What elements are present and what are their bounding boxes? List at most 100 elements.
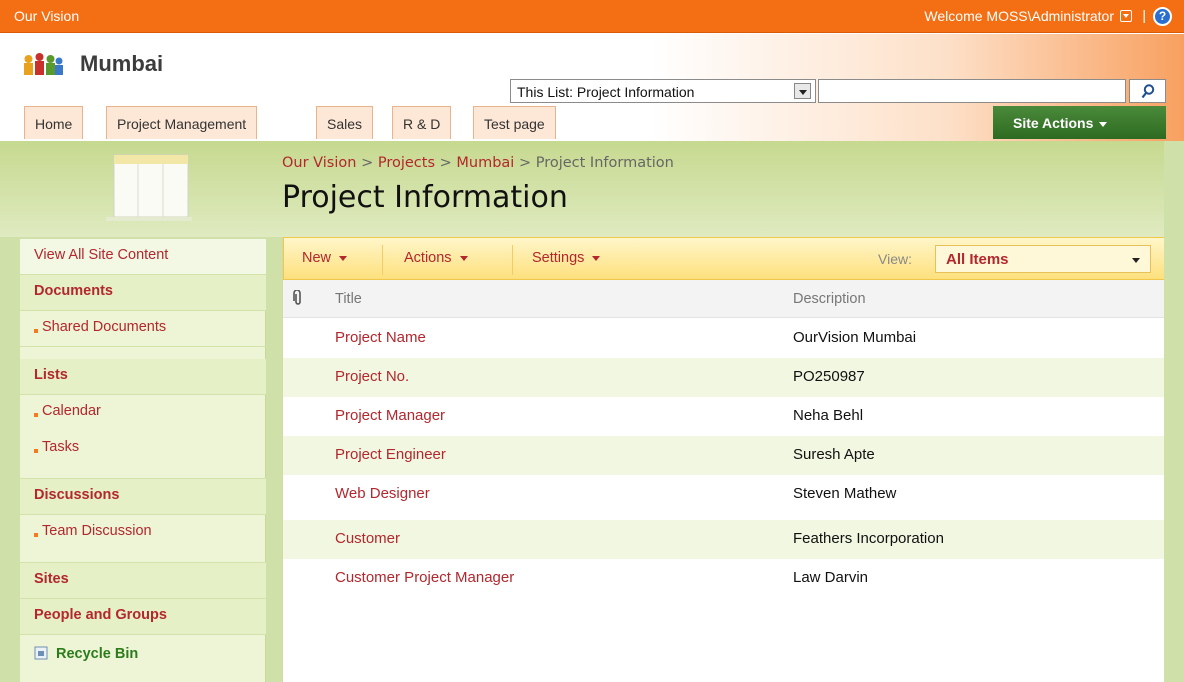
breadcrumb-item[interactable]: Our Vision	[282, 155, 356, 171]
chevron-down-icon[interactable]	[794, 83, 811, 99]
new-menu-label: New	[302, 250, 332, 266]
breadcrumb-current: Project Information	[535, 155, 674, 171]
breadcrumb-separator: >	[518, 155, 532, 171]
table-row: Customer Project Manager Law Darvin	[283, 559, 1165, 598]
tab-r-and-d[interactable]: R & D	[392, 106, 452, 139]
nav-item-calendar[interactable]: Calendar	[20, 395, 266, 431]
chevron-down-icon	[459, 255, 468, 261]
search-button[interactable]	[1129, 79, 1166, 103]
tab-test-page[interactable]: Test page	[473, 106, 556, 139]
column-header-title[interactable]: Title	[335, 291, 362, 307]
table-row: Project Name OurVision Mumbai	[283, 319, 1165, 358]
chevron-down-icon	[339, 255, 348, 261]
row-title-link[interactable]: Project No.	[335, 368, 409, 385]
nav-item-label: Team Discussion	[42, 523, 152, 539]
chevron-down-icon[interactable]	[1120, 10, 1132, 22]
table-row: Project Engineer Suresh Apte	[283, 436, 1165, 475]
list-view: New Actions Settings View: All Items Tit…	[282, 237, 1165, 682]
nav-item-label: Calendar	[42, 403, 101, 419]
recycle-bin-label: Recycle Bin	[56, 646, 139, 662]
welcome-menu[interactable]: Welcome MOSS\Administrator	[924, 8, 1132, 24]
view-label: View:	[878, 251, 912, 267]
table-row: Customer Feathers Incorporation	[283, 520, 1165, 559]
recycle-bin-link[interactable]: Recycle Bin	[20, 637, 266, 682]
nav-item-team-discussion[interactable]: Team Discussion	[20, 515, 266, 563]
row-description: OurVision Mumbai	[793, 329, 917, 346]
actions-menu[interactable]: Actions	[404, 250, 468, 266]
breadcrumb-item[interactable]: Projects	[378, 155, 435, 171]
row-title-link[interactable]: Web Designer	[335, 485, 430, 502]
topbar-separator: |	[1142, 7, 1146, 23]
chevron-down-icon	[1132, 258, 1140, 263]
help-icon[interactable]: ?	[1153, 7, 1172, 26]
toolbar-divider	[382, 245, 383, 275]
column-header-description[interactable]: Description	[793, 291, 866, 307]
row-description: PO250987	[793, 368, 865, 385]
chevron-down-icon	[1099, 121, 1108, 127]
nav-heading-documents[interactable]: Documents	[20, 275, 266, 311]
row-title-link[interactable]: Project Manager	[335, 407, 445, 424]
breadcrumb-separator: >	[439, 155, 452, 171]
tab-project-management[interactable]: Project Management	[106, 106, 258, 139]
row-description: Neha Behl	[793, 407, 864, 424]
bullet-icon	[34, 329, 38, 333]
toolbar-divider	[512, 245, 513, 275]
row-description: Steven Mathew	[793, 485, 897, 502]
tab-home[interactable]: Home	[24, 106, 84, 139]
view-select[interactable]: All Items	[935, 245, 1151, 273]
view-select-value: All Items	[946, 251, 1009, 268]
top-site-link[interactable]: Our Vision	[14, 8, 79, 24]
bullet-icon	[34, 413, 38, 417]
attachment-icon[interactable]	[293, 290, 303, 306]
search-icon	[1141, 84, 1155, 99]
tab-sales[interactable]: Sales	[316, 106, 374, 139]
breadcrumb-separator: >	[361, 155, 374, 171]
row-title-link[interactable]: Customer	[335, 530, 400, 547]
search-scope-value: This List: Project Information	[517, 84, 695, 100]
site-actions-button[interactable]: Site Actions	[993, 106, 1166, 139]
nav-item-label: Shared Documents	[42, 319, 167, 335]
row-title-link[interactable]: Project Name	[335, 329, 426, 346]
top-bar: Our Vision Welcome MOSS\Administrator | …	[0, 0, 1184, 33]
top-nav: Home Project Management Sales R & D Test…	[0, 106, 1184, 141]
nav-heading-people-and-groups[interactable]: People and Groups	[20, 599, 266, 635]
row-title-link[interactable]: Customer Project Manager	[335, 569, 514, 586]
table-row: Web Designer Steven Mathew	[283, 475, 1165, 514]
nav-item-label: Tasks	[42, 439, 80, 455]
nav-heading-discussions[interactable]: Discussions	[20, 479, 266, 515]
breadcrumb: Our Vision > Projects > Mumbai > Project…	[282, 155, 674, 171]
bullet-icon	[34, 533, 38, 537]
site-title[interactable]: Mumbai	[80, 51, 163, 77]
row-title-link[interactable]: Project Engineer	[335, 446, 446, 463]
row-description: Suresh Apte	[793, 446, 875, 463]
recycle-bin-icon	[34, 646, 48, 660]
search-input[interactable]	[818, 79, 1126, 103]
list-toolbar: New Actions Settings View: All Items	[283, 237, 1165, 280]
quick-launch: View All Site Content Documents Shared D…	[20, 239, 266, 682]
list-column-header: Title Description	[283, 280, 1165, 318]
table-row: Project Manager Neha Behl	[283, 397, 1165, 436]
nav-heading-sites[interactable]: Sites	[20, 563, 266, 599]
list-icon	[106, 154, 192, 221]
breadcrumb-item[interactable]: Mumbai	[456, 155, 514, 171]
right-edge	[1164, 141, 1184, 682]
settings-menu[interactable]: Settings	[532, 250, 601, 266]
row-description: Law Darvin	[793, 569, 869, 586]
site-logo-icon	[24, 53, 63, 75]
search-scope-select[interactable]: This List: Project Information	[510, 79, 816, 103]
row-description: Feathers Incorporation	[793, 530, 944, 547]
new-menu[interactable]: New	[302, 250, 348, 266]
chevron-down-icon	[592, 255, 601, 261]
nav-item-tasks[interactable]: Tasks	[20, 431, 266, 479]
nav-heading-lists[interactable]: Lists	[20, 359, 266, 395]
welcome-text: Welcome MOSS\Administrator	[924, 8, 1114, 24]
page-title: Project Information	[282, 180, 568, 215]
settings-menu-label: Settings	[532, 250, 585, 266]
nav-item-shared-documents[interactable]: Shared Documents	[20, 311, 266, 347]
site-header: Mumbai This List: Project Information Ho…	[0, 34, 1184, 141]
site-actions-label: Site Actions	[1013, 115, 1094, 131]
actions-menu-label: Actions	[404, 250, 452, 266]
table-row: Project No. PO250987	[283, 358, 1165, 397]
view-all-site-content-link[interactable]: View All Site Content	[20, 239, 266, 275]
bullet-icon	[34, 449, 38, 453]
